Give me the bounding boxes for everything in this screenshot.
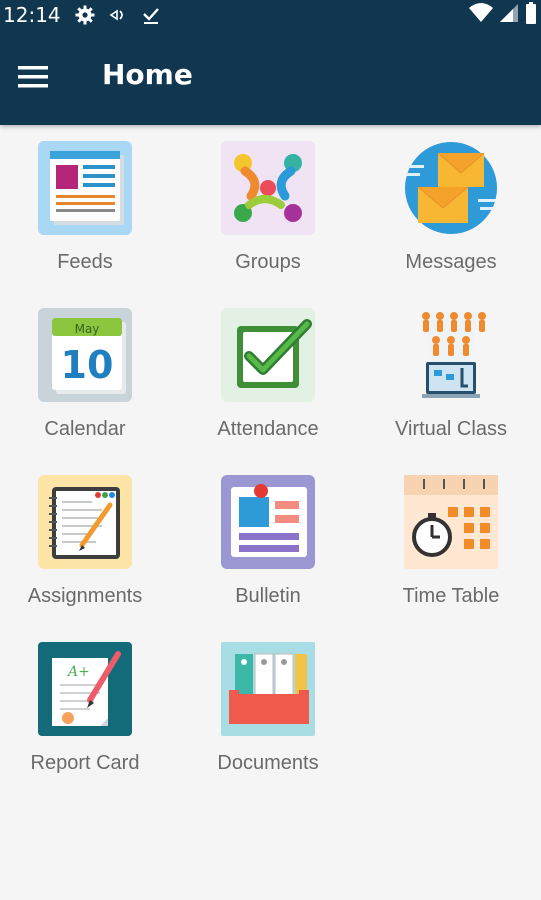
tile-time-table[interactable]: Time Table (366, 459, 536, 609)
assignments-icon (38, 475, 132, 569)
app-bar: Home (0, 30, 541, 125)
groups-icon (221, 141, 315, 235)
attendance-icon (221, 308, 315, 402)
battery-icon (525, 2, 537, 28)
wifi-icon (469, 3, 493, 27)
tile-attendance[interactable]: Attendance (183, 292, 353, 442)
tile-label: Groups (235, 251, 301, 273)
bulletin-icon (221, 475, 315, 569)
calendar-icon: May 10 (38, 308, 132, 402)
tile-label: Calendar (44, 418, 126, 440)
tile-groups[interactable]: Groups (183, 125, 353, 275)
status-time: 12:14 (3, 3, 61, 27)
tile-label: Bulletin (235, 585, 301, 607)
nfc-icon (109, 8, 127, 22)
tile-assignments[interactable]: Assignments (0, 459, 170, 609)
tile-label: Documents (217, 752, 319, 774)
tile-messages[interactable]: Messages (366, 125, 536, 275)
tile-label: Report Card (30, 752, 140, 774)
status-bar: 12:14 (0, 0, 541, 30)
tile-virtual-class[interactable]: Virtual Class (366, 292, 536, 442)
settings-gear-icon (75, 5, 95, 25)
virtual-class-icon (422, 312, 486, 398)
tile-label: Feeds (57, 251, 113, 273)
tile-documents[interactable]: Documents (183, 626, 353, 776)
messages-icon (405, 142, 497, 234)
feeds-icon (38, 141, 132, 235)
tile-label: Virtual Class (395, 418, 507, 440)
time-table-icon (404, 475, 498, 569)
report-card-grade: A+ (66, 664, 90, 680)
page-title: Home (102, 58, 193, 91)
report-card-icon: A+ (38, 642, 132, 736)
signal-icon (499, 3, 519, 27)
tile-bulletin[interactable]: Bulletin (183, 459, 353, 609)
tile-report-card[interactable]: A+ Report Card (0, 626, 170, 776)
tile-calendar[interactable]: May 10 Calendar (0, 292, 170, 442)
calendar-month: May (75, 322, 100, 336)
download-done-icon (141, 5, 161, 25)
calendar-day: 10 (61, 343, 114, 387)
tile-label: Assignments (27, 585, 143, 607)
tile-label: Attendance (217, 418, 319, 440)
tile-label: Messages (405, 251, 497, 273)
hamburger-menu-icon[interactable] (18, 66, 50, 88)
documents-icon (221, 642, 315, 736)
tile-label: Time Table (402, 585, 500, 607)
tile-feeds[interactable]: Feeds (0, 125, 170, 275)
